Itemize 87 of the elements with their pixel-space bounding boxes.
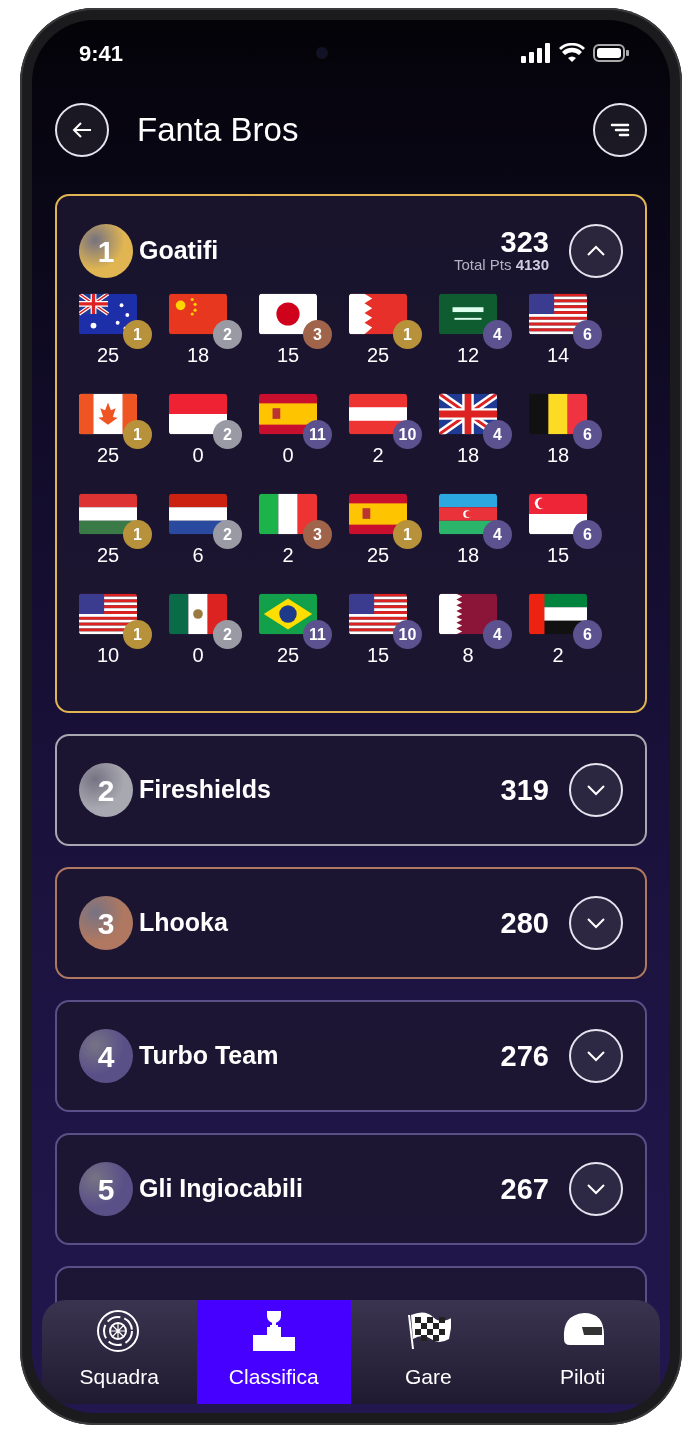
position-badge: 4 xyxy=(483,420,512,449)
team-points: 323 xyxy=(499,228,549,258)
expand-button[interactable] xyxy=(569,896,623,950)
expand-button[interactable] xyxy=(569,1029,623,1083)
position-badge: 1 xyxy=(123,420,152,449)
position-badge: 1 xyxy=(123,320,152,349)
race-points: 18 xyxy=(456,543,480,567)
rank-medal: 2 xyxy=(79,763,133,817)
battery-icon xyxy=(593,43,629,63)
position-badge: 4 xyxy=(483,520,512,549)
position-badge: 6 xyxy=(573,620,602,649)
race-points: 15 xyxy=(276,343,300,367)
race-points: 2 xyxy=(372,443,384,467)
team-name: Gli Ingiocabili xyxy=(139,1173,304,1205)
race-points: 25 xyxy=(366,343,390,367)
race-points: 14 xyxy=(546,343,570,367)
page-title: Fanta Bros xyxy=(137,110,300,151)
race-points: 25 xyxy=(276,643,300,667)
wifi-icon xyxy=(559,43,585,63)
rank-medal: 4 xyxy=(79,1029,133,1083)
position-badge: 11 xyxy=(303,620,332,649)
race-points: 18 xyxy=(546,443,570,467)
race-points: 25 xyxy=(96,443,120,467)
nav-tab[interactable]: Classifica xyxy=(196,1300,351,1404)
chevron-up-icon xyxy=(586,245,606,257)
position-badge: 2 xyxy=(213,620,242,649)
race-points: 10 xyxy=(96,643,120,667)
race-points: 25 xyxy=(96,543,120,567)
expand-button[interactable] xyxy=(569,1162,623,1216)
team-name: Goatifi xyxy=(139,235,220,267)
race-points: 6 xyxy=(192,543,204,567)
race-points: 18 xyxy=(186,343,210,367)
race-points: 2 xyxy=(282,543,294,567)
rank-medal: 3 xyxy=(79,896,133,950)
team-points: 280 xyxy=(500,908,549,938)
position-badge: 11 xyxy=(303,420,332,449)
race-points: 2 xyxy=(552,643,564,667)
team-points: 319 xyxy=(500,775,549,805)
race-points: 18 xyxy=(456,443,480,467)
position-badge: 2 xyxy=(213,420,242,449)
race-points: 15 xyxy=(546,543,570,567)
race-points: 25 xyxy=(96,343,120,367)
race-points: 25 xyxy=(366,543,390,567)
position-badge: 10 xyxy=(393,620,422,649)
race-points: 12 xyxy=(456,343,480,367)
position-badge: 10 xyxy=(393,420,422,449)
race-points: 0 xyxy=(192,443,204,467)
position-badge: 4 xyxy=(483,620,512,649)
menu-icon xyxy=(610,122,630,138)
position-badge: 3 xyxy=(303,320,332,349)
position-badge: 1 xyxy=(123,620,152,649)
chevron-down-icon xyxy=(586,1050,606,1062)
team-points: 276 xyxy=(500,1041,549,1071)
signal-icon xyxy=(521,43,551,63)
rank-medal: 1 xyxy=(79,224,133,278)
team-name: Turbo Team xyxy=(139,1040,280,1072)
chevron-down-icon xyxy=(586,1183,606,1195)
chevron-down-icon xyxy=(586,917,606,929)
nav-tab[interactable]: Squadra xyxy=(42,1300,197,1404)
nav-tab[interactable]: Gare xyxy=(351,1300,506,1404)
race-points: 0 xyxy=(282,443,294,467)
position-badge: 6 xyxy=(573,520,602,549)
position-badge: 3 xyxy=(303,520,332,549)
menu-button[interactable] xyxy=(593,103,647,157)
position-badge: 1 xyxy=(123,520,152,549)
position-badge: 1 xyxy=(393,320,422,349)
team-name: Lhooka xyxy=(139,907,229,939)
total-points: Total Pts 4130 xyxy=(453,257,549,274)
team-name: Fireshields xyxy=(139,774,272,806)
position-badge: 6 xyxy=(573,420,602,449)
status-time: 9:41 xyxy=(79,39,124,68)
race-points: 8 xyxy=(462,643,474,667)
back-button[interactable] xyxy=(55,103,109,157)
race-points: 15 xyxy=(366,643,390,667)
position-badge: 4 xyxy=(483,320,512,349)
race-points: 0 xyxy=(192,643,204,667)
position-badge: 1 xyxy=(393,520,422,549)
position-badge: 6 xyxy=(573,320,602,349)
position-badge: 2 xyxy=(213,320,242,349)
team-points: 267 xyxy=(500,1174,549,1204)
rank-medal: 5 xyxy=(79,1162,133,1216)
expand-button[interactable] xyxy=(569,224,623,278)
position-badge: 2 xyxy=(213,520,242,549)
expand-button[interactable] xyxy=(569,763,623,817)
nav-tab[interactable]: Piloti xyxy=(505,1300,660,1404)
chevron-down-icon xyxy=(586,784,606,796)
podium-icon xyxy=(250,1308,297,1353)
